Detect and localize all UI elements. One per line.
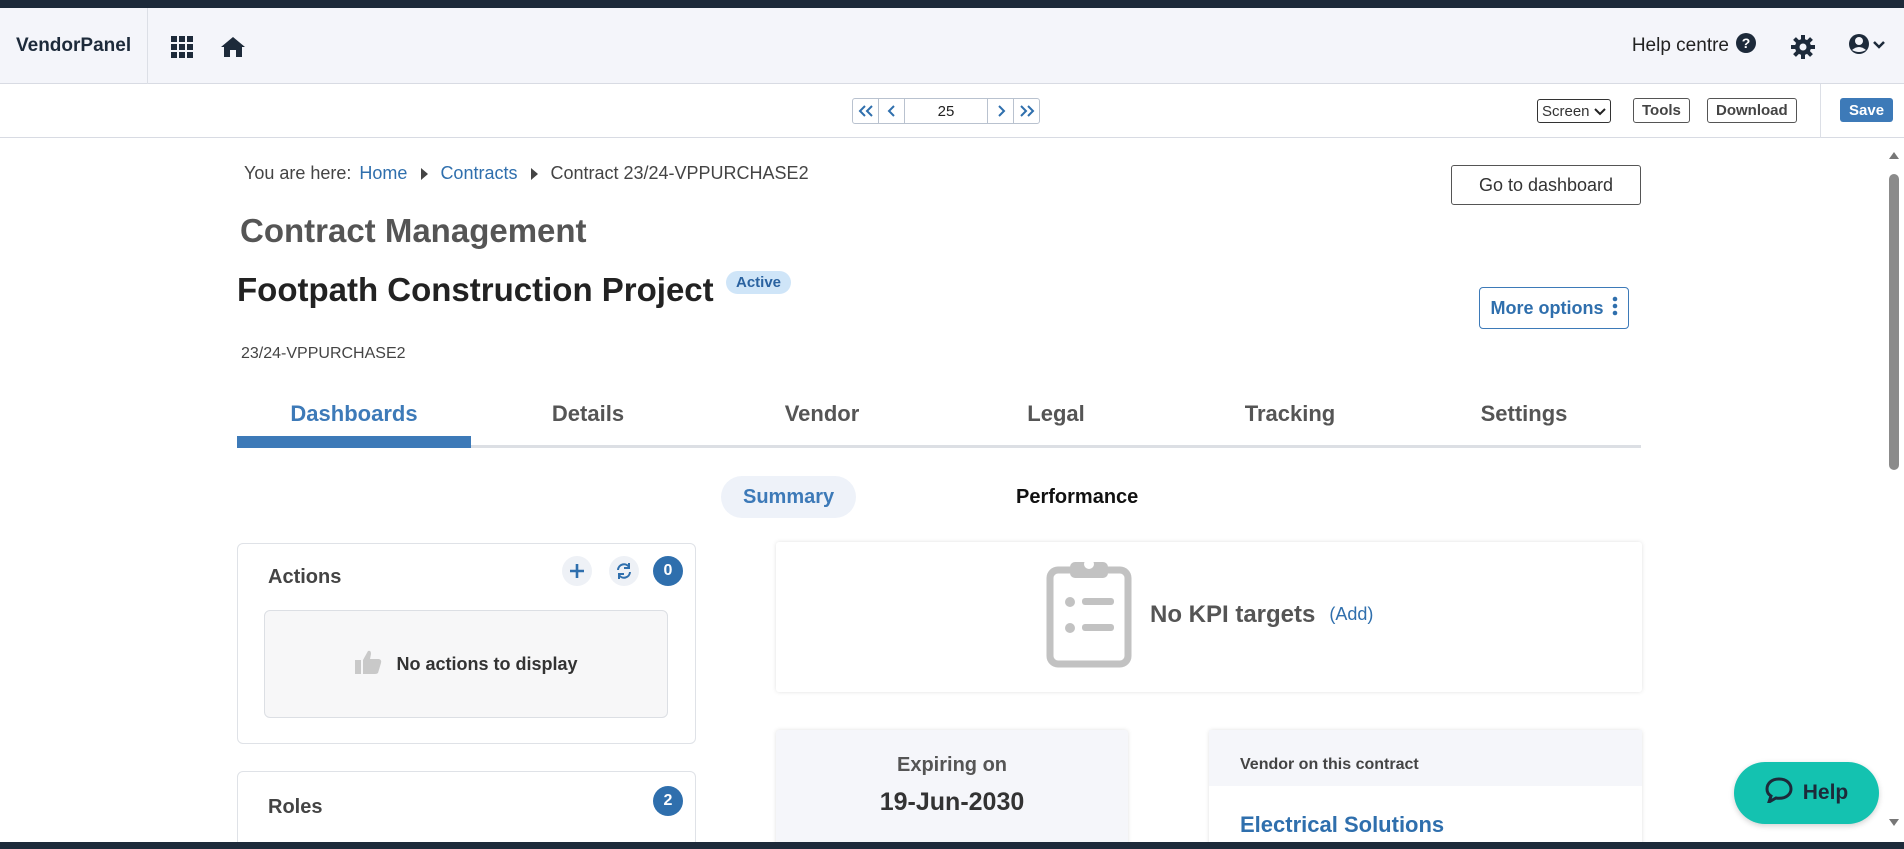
more-options-button[interactable]: More options [1479, 287, 1629, 329]
scrollbar-thumb[interactable] [1889, 174, 1899, 470]
thumbs-up-icon [354, 649, 382, 680]
refresh-icon [617, 563, 631, 579]
expiry-card: Expiring on 19-Jun-2030 [776, 730, 1128, 849]
vertical-scrollbar[interactable] [1884, 146, 1904, 826]
kpi-empty-state: No KPI targets (Add) [1046, 556, 1373, 673]
breadcrumb-current: Contract 23/24-VPPURCHASE2 [550, 163, 809, 183]
save-button[interactable]: Save [1840, 98, 1894, 122]
help-chat-button[interactable]: Help [1734, 762, 1879, 824]
tab-settings[interactable]: Settings [1407, 392, 1641, 445]
add-kpi-link[interactable]: (Add) [1329, 604, 1373, 625]
expiry-date: 19-Jun-2030 [879, 788, 1025, 816]
first-page-button[interactable] [853, 99, 879, 123]
vertical-ellipsis-icon [1612, 296, 1618, 321]
tab-dashboards[interactable]: Dashboards [237, 392, 471, 448]
tools-button[interactable]: Tools [1633, 98, 1690, 123]
breadcrumb-contracts-link[interactable]: Contracts [440, 163, 517, 184]
brand-logo[interactable]: VendorPanel [16, 8, 131, 84]
breadcrumb-arrow-icon [531, 167, 539, 180]
actions-empty-state: No actions to display [264, 610, 668, 718]
top-window-strip [0, 0, 1904, 8]
tab-vendor[interactable]: Vendor [705, 392, 939, 445]
vendor-name-link[interactable]: Electrical Solutions [1240, 812, 1444, 838]
go-to-dashboard-button[interactable]: Go to dashboard [1451, 165, 1641, 205]
actions-empty-text: No actions to display [396, 653, 578, 674]
page-number-input[interactable] [905, 99, 987, 123]
tab-details[interactable]: Details [471, 392, 705, 445]
apps-grid-icon[interactable] [169, 34, 195, 60]
top-navigation-bar: VendorPanel Help centre ? [0, 8, 1904, 84]
document-toolbar: Screen Tools Download Save [0, 84, 1904, 138]
main-tabs: Dashboards Details Vendor Legal Tracking… [237, 392, 1641, 448]
chevron-down-icon [1872, 37, 1886, 55]
actions-card: Actions 0 No actions to display [237, 543, 696, 744]
view-mode-value: Screen [1542, 102, 1590, 120]
plus-icon [570, 564, 584, 578]
scroll-down-arrow-icon[interactable] [1888, 818, 1900, 828]
breadcrumb-arrow-icon [421, 167, 429, 180]
breadcrumb: You are here: Home Contracts Contract 23… [244, 163, 809, 184]
add-action-button[interactable] [562, 556, 592, 586]
download-button[interactable]: Download [1707, 98, 1797, 123]
scroll-up-arrow-icon[interactable] [1888, 150, 1900, 160]
chat-bubble-icon [1765, 777, 1793, 809]
previous-page-button[interactable] [879, 99, 905, 123]
help-chat-label: Help [1802, 781, 1849, 804]
toolbar-divider [1820, 84, 1821, 138]
roles-title: Roles [268, 796, 323, 818]
kpi-empty-text: No KPI targets [1150, 600, 1316, 628]
clipboard-list-icon [1046, 556, 1132, 673]
expiry-label: Expiring on [897, 754, 1007, 776]
contract-title: Footpath Construction Project [237, 271, 714, 308]
bottom-window-strip [0, 842, 1904, 849]
user-menu[interactable] [1845, 32, 1889, 60]
more-options-label: More options [1490, 297, 1604, 318]
vendor-card-header: Vendor on this contract [1209, 730, 1642, 786]
breadcrumb-home-link[interactable]: Home [359, 163, 407, 184]
kpi-targets-card: No KPI targets (Add) [776, 542, 1642, 692]
vendor-label: Vendor on this contract [1240, 756, 1419, 773]
tab-tracking[interactable]: Tracking [1173, 392, 1407, 445]
refresh-actions-button[interactable] [609, 556, 639, 586]
actions-count-badge: 0 [653, 556, 683, 586]
help-centre-link[interactable]: Help centre ? [1632, 8, 1757, 84]
roles-count-badge: 2 [653, 786, 683, 816]
last-page-button[interactable] [1013, 99, 1039, 123]
subtab-performance[interactable]: Performance [994, 476, 1160, 518]
gear-icon[interactable] [1790, 34, 1816, 60]
actions-title: Actions [268, 566, 342, 588]
view-mode-select[interactable]: Screen [1537, 99, 1611, 123]
home-icon[interactable] [219, 33, 247, 61]
tab-legal[interactable]: Legal [939, 392, 1173, 445]
contract-code: 23/24-VPPURCHASE2 [241, 345, 406, 362]
svg-text:?: ? [1742, 35, 1751, 51]
breadcrumb-prefix: You are here: [244, 163, 352, 183]
page-title: Contract Management [240, 212, 587, 249]
header-divider [147, 8, 148, 84]
subtab-summary[interactable]: Summary [721, 476, 857, 518]
user-circle-icon [1848, 33, 1870, 60]
question-circle-icon: ? [1735, 32, 1757, 60]
status-badge: Active [726, 271, 792, 294]
next-page-button[interactable] [987, 99, 1013, 123]
roles-card: Roles 2 [237, 771, 696, 849]
chevron-down-icon [1593, 103, 1606, 120]
page-navigator [852, 98, 1040, 124]
help-centre-label: Help centre [1631, 35, 1729, 56]
